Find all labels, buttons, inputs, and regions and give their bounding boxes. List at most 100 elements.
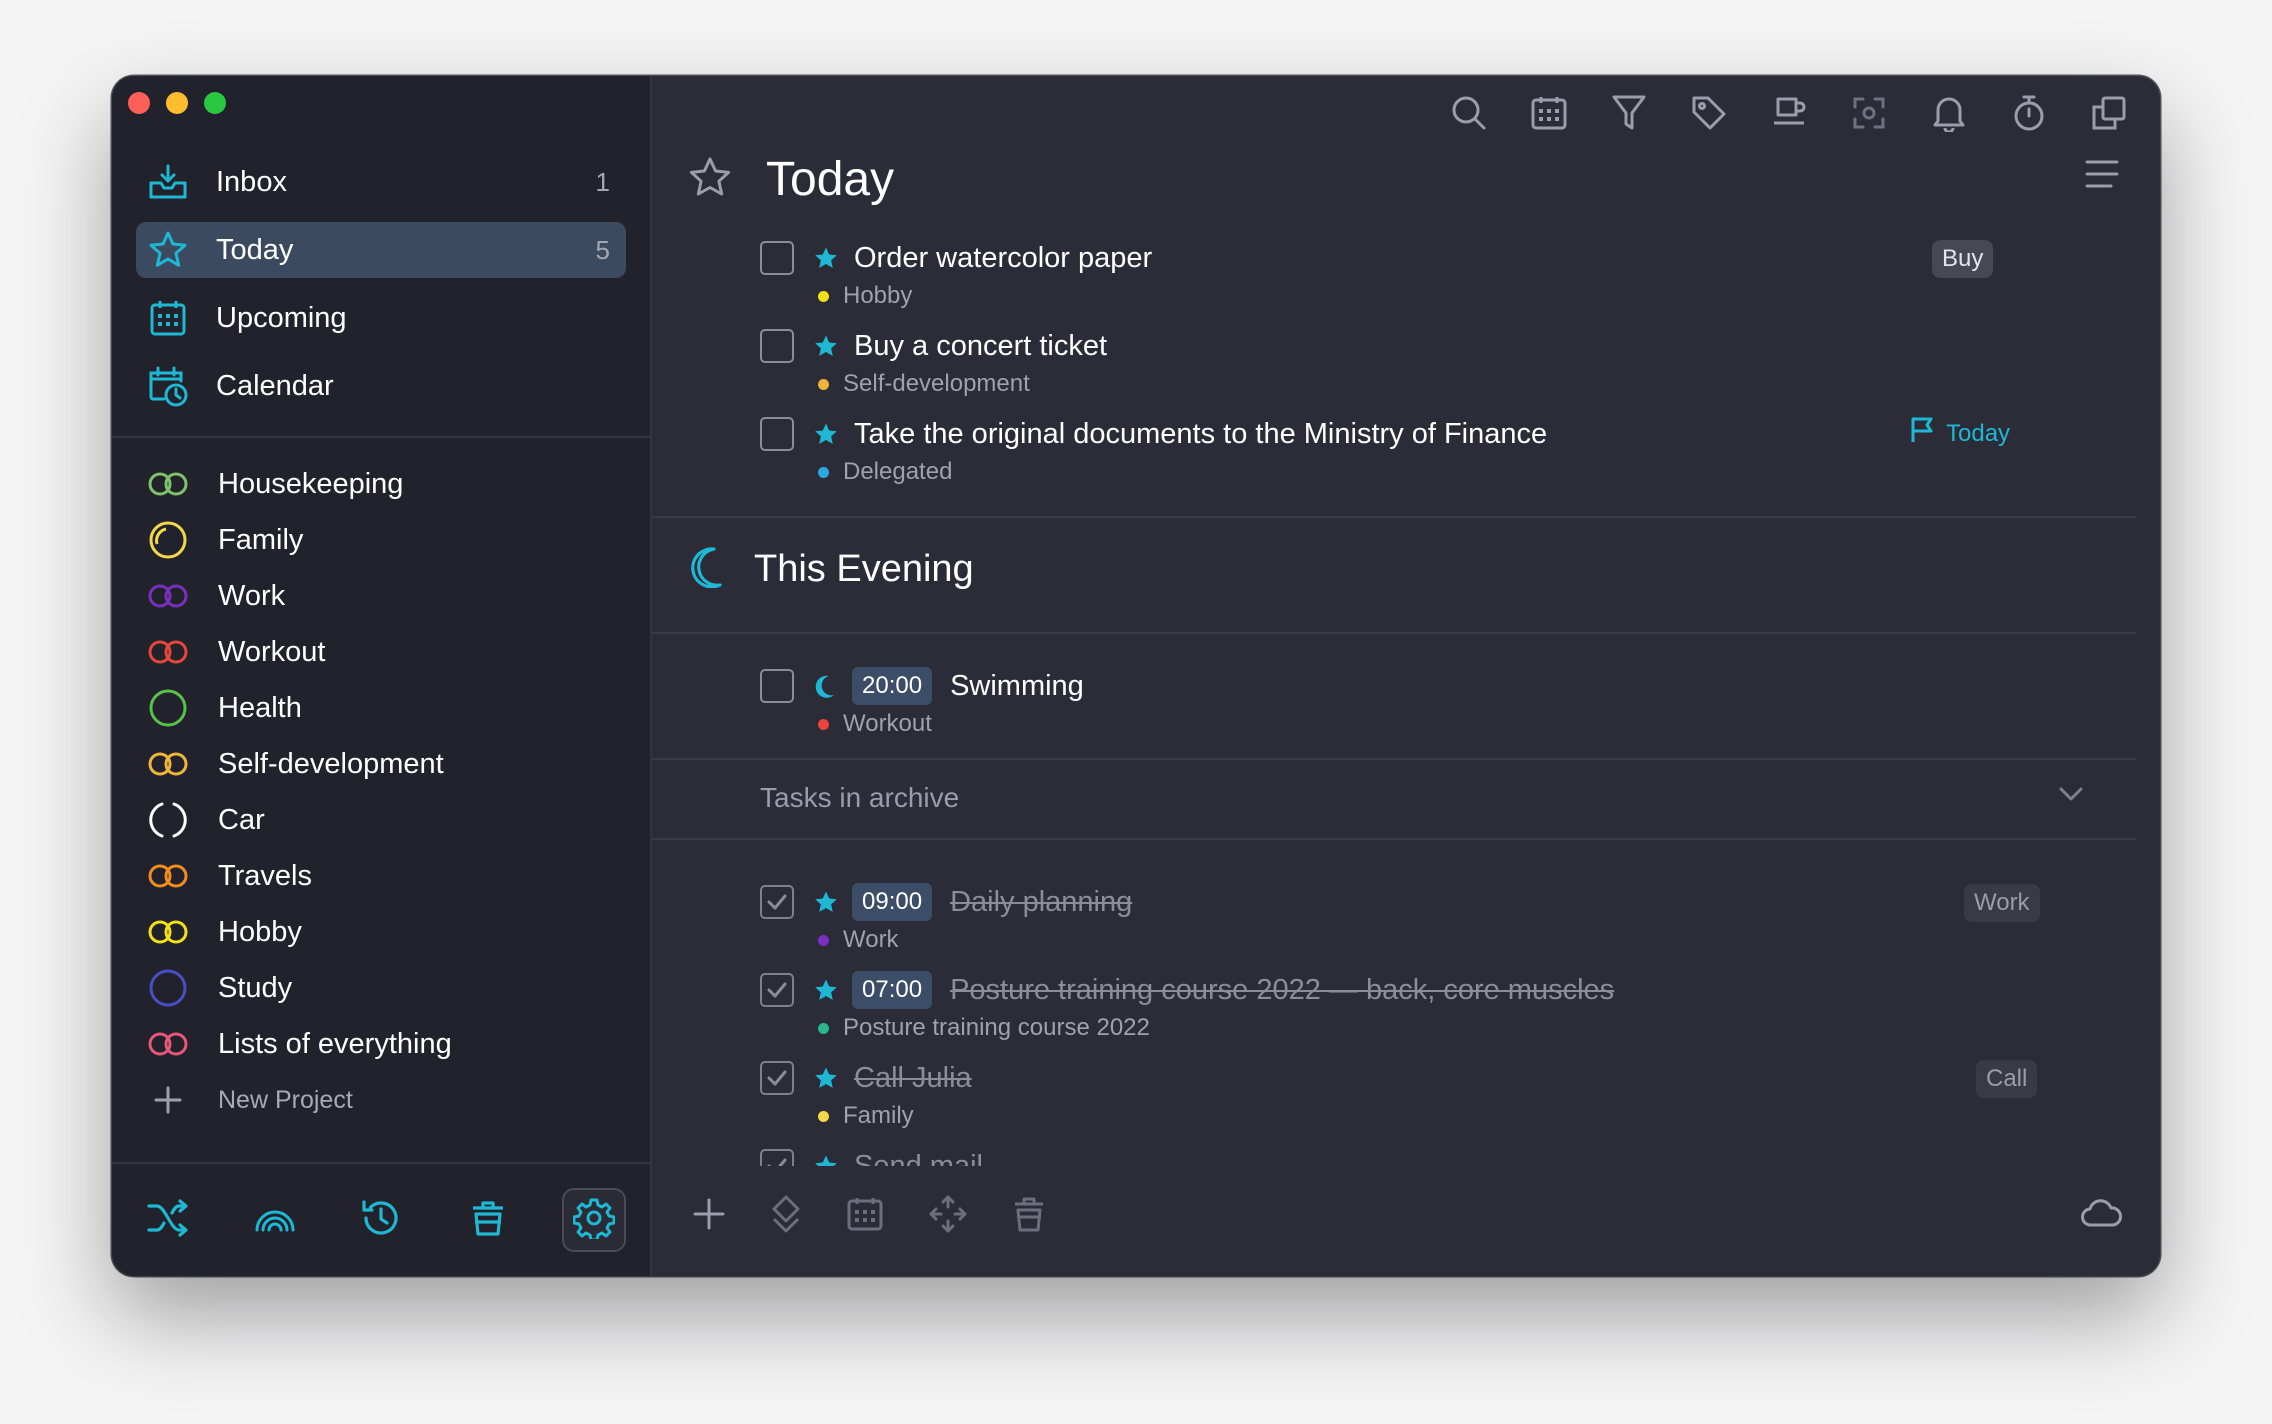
task-tag[interactable]: Work [1964, 884, 2040, 922]
task-checkbox[interactable] [760, 329, 794, 363]
bottom-toolbar [692, 1194, 1046, 1239]
settings-icon [572, 1197, 616, 1244]
menu-lines-icon [2084, 160, 2120, 194]
sidebar-item-workout[interactable]: Workout [136, 624, 626, 680]
trash-button[interactable] [456, 1188, 520, 1252]
calendar-icon [1530, 95, 1568, 136]
task-item-completed[interactable]: 09:00 Daily planning Work Work [760, 882, 2060, 956]
project-label: Car [218, 803, 265, 836]
task-title: Take the original documents to the Minis… [854, 417, 1548, 450]
sidebar-item-car[interactable]: Car [136, 792, 626, 848]
time-badge: 20:00 [852, 667, 933, 705]
close-window-button[interactable] [128, 92, 150, 114]
list-options-button[interactable] [2084, 158, 2120, 195]
sidebar-item-upcoming[interactable]: Upcoming [136, 290, 626, 346]
top-toolbar [1446, 92, 2132, 138]
settings-button[interactable] [562, 1188, 626, 1252]
zoom-window-button[interactable] [204, 92, 226, 114]
deadline-label: Today [1946, 419, 2011, 447]
task-item[interactable]: Buy a concert ticket Self-development [760, 326, 2060, 400]
trash-icon[interactable] [1012, 1195, 1046, 1238]
sidebar-item-inbox[interactable]: Inbox 1 [136, 154, 626, 210]
sidebar-nav: Inbox 1 Today 5 Upcoming Calendar [136, 154, 626, 426]
task-tag[interactable]: Call [1976, 1060, 2038, 1098]
coffee-icon [1771, 95, 1807, 136]
new-project-button[interactable]: New Project [136, 1072, 626, 1128]
sidebar-item-family[interactable]: Family [136, 512, 626, 568]
chevron-down-icon[interactable] [2058, 786, 2084, 807]
task-checkbox-checked[interactable] [760, 885, 794, 919]
task-title: Order watercolor paper [854, 241, 1153, 274]
section-title: This Evening [754, 548, 974, 590]
project-dot [818, 934, 829, 946]
calendar-button[interactable] [1526, 92, 1572, 138]
project-label: Lists of everything [218, 1027, 452, 1060]
copy-button[interactable] [2086, 92, 2132, 138]
sidebar-item-label: Calendar [216, 369, 334, 402]
project-label: Housekeeping [218, 467, 404, 500]
filter-icon [1611, 94, 1647, 137]
deadline-badge[interactable]: Today [1910, 416, 2010, 451]
task-item-completed[interactable]: Send mail [760, 1146, 2060, 1166]
tag-icon [1691, 95, 1727, 136]
sidebar: Inbox 1 Today 5 Upcoming Calendar Housek… [112, 76, 652, 1276]
task-checkbox-checked[interactable] [760, 973, 794, 1007]
sidebar-item-label: Upcoming [216, 301, 347, 334]
task-item-completed[interactable]: Call Julia Family Call [760, 1058, 2060, 1132]
task-item[interactable]: Order watercolor paper Hobby Buy [760, 238, 2060, 312]
sidebar-item-housekeeping[interactable]: Housekeeping [136, 456, 626, 512]
project-dot [818, 1110, 829, 1122]
filter-button[interactable] [1606, 92, 1652, 138]
calendar-icon[interactable] [846, 1196, 884, 1237]
sidebar-item-travels[interactable]: Travels [136, 848, 626, 904]
coffee-button[interactable] [1766, 92, 1812, 138]
tag-button[interactable] [1686, 92, 1732, 138]
rainbow-button[interactable] [243, 1188, 307, 1252]
project-circle-icon [146, 518, 190, 562]
minimize-window-button[interactable] [166, 92, 188, 114]
cloud-icon[interactable] [2080, 1198, 2124, 1233]
task-tag[interactable]: Buy [1932, 240, 1994, 278]
move-icon[interactable] [770, 1194, 802, 1239]
trash-icon [470, 1198, 506, 1243]
search-button[interactable] [1446, 92, 1492, 138]
arrows-icon[interactable] [928, 1194, 968, 1239]
task-checkbox-checked[interactable] [760, 1149, 794, 1166]
archive-toggle[interactable]: Tasks in archive [760, 782, 959, 814]
sidebar-item-study[interactable]: Study [136, 960, 626, 1016]
time-badge: 09:00 [852, 883, 933, 921]
sidebar-item-hobby[interactable]: Hobby [136, 904, 626, 960]
shuffle-button[interactable] [136, 1188, 200, 1252]
sidebar-item-today[interactable]: Today 5 [136, 222, 626, 278]
task-item[interactable]: 20:00 Swimming Workout [760, 666, 2060, 740]
focus-button[interactable] [1846, 92, 1892, 138]
task-project: Family [843, 1102, 914, 1129]
task-checkbox[interactable] [760, 241, 794, 275]
project-label: Self-development [218, 747, 444, 780]
star-outline-icon [688, 156, 732, 203]
star-icon [814, 890, 840, 914]
bell-icon [1932, 94, 1966, 137]
timer-button[interactable] [2006, 92, 2052, 138]
task-checkbox-checked[interactable] [760, 1061, 794, 1095]
app-window: Inbox 1 Today 5 Upcoming Calendar Housek… [112, 76, 2160, 1276]
sidebar-item-lists-of-everything[interactable]: Lists of everything [136, 1016, 626, 1072]
project-dot [818, 378, 829, 390]
project-label: Travels [218, 859, 312, 892]
sidebar-item-calendar[interactable]: Calendar [136, 358, 626, 414]
task-checkbox[interactable] [760, 669, 794, 703]
task-checkbox[interactable] [760, 417, 794, 451]
sidebar-item-health[interactable]: Health [136, 680, 626, 736]
task-item[interactable]: Take the original documents to the Minis… [760, 414, 2060, 488]
page-title: Today [766, 153, 895, 206]
notifications-button[interactable] [1926, 92, 1972, 138]
sidebar-item-self-development[interactable]: Self-development [136, 736, 626, 792]
divider [652, 758, 2136, 760]
task-item-completed[interactable]: 07:00 Posture training course 2022 — bac… [760, 970, 2060, 1044]
window-controls [128, 92, 226, 114]
task-project: Self-development [843, 370, 1030, 397]
add-icon[interactable] [692, 1197, 726, 1236]
task-project: Workout [843, 710, 932, 737]
sidebar-item-work[interactable]: Work [136, 568, 626, 624]
history-button[interactable] [349, 1188, 413, 1252]
